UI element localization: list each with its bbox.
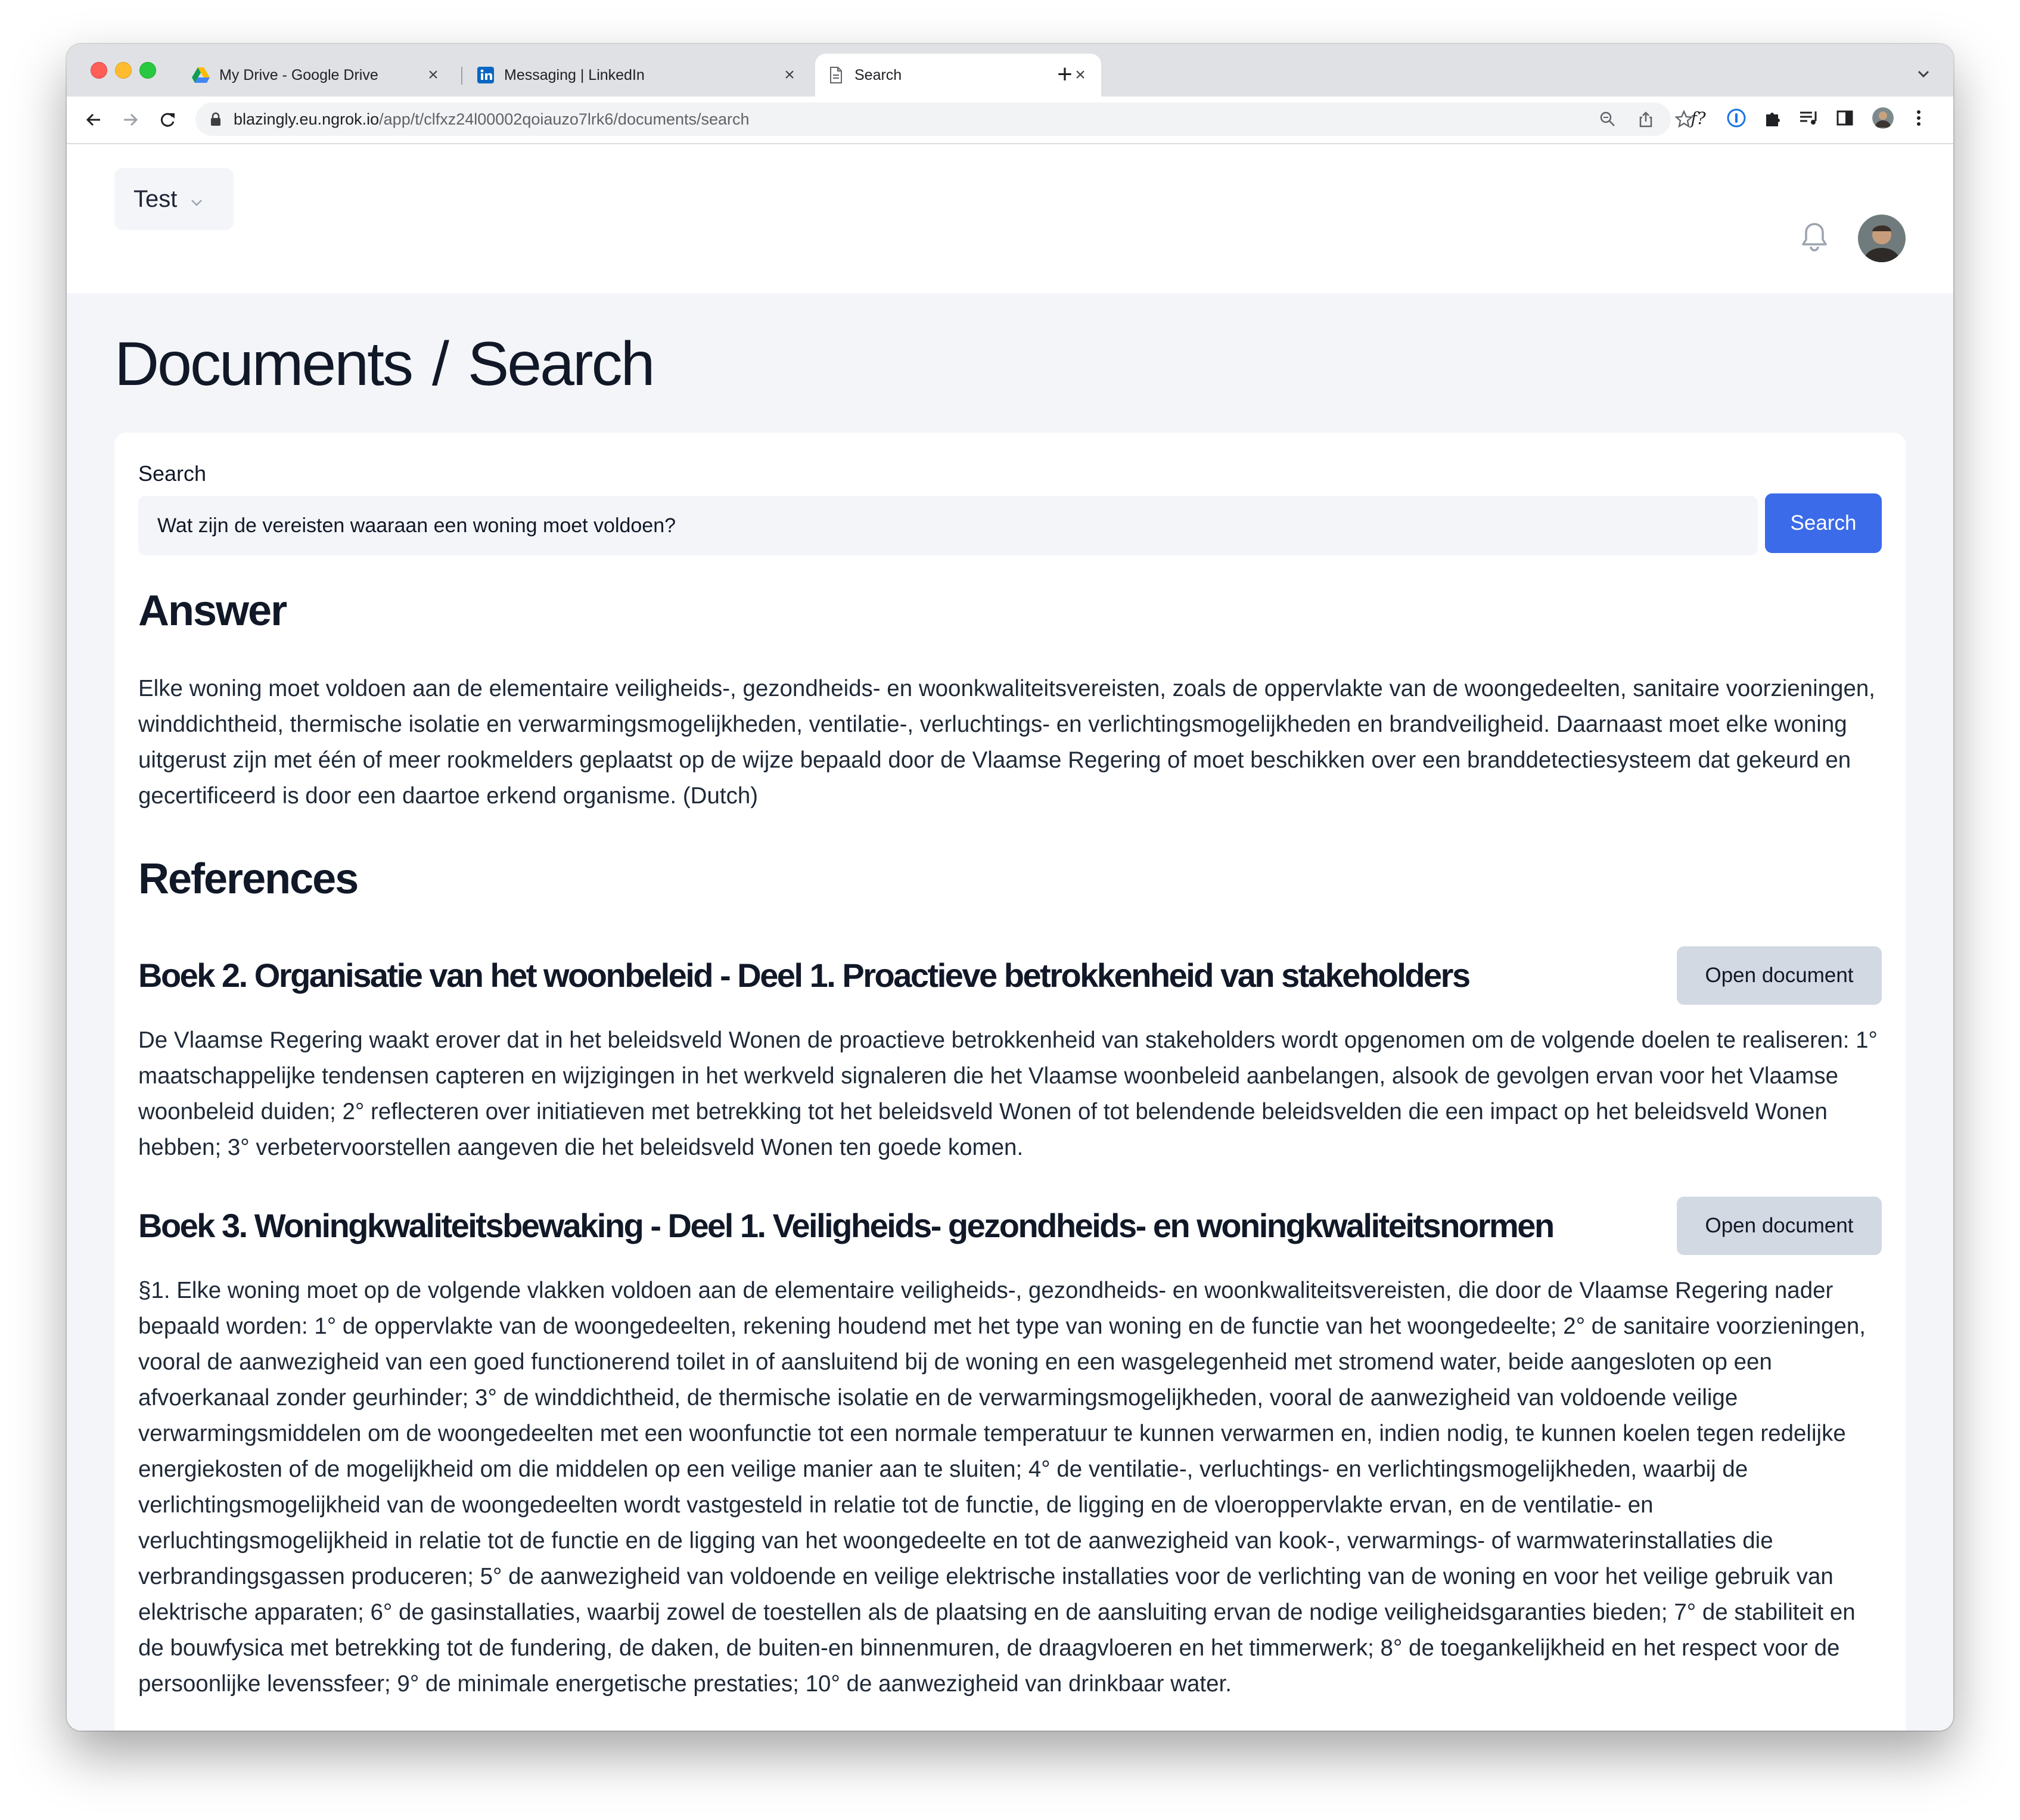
reference-title: Boek 3. Woningkwaliteitsbewaking - Deel …: [138, 1207, 1555, 1244]
document-icon: [827, 66, 845, 84]
close-tab-icon[interactable]: ×: [781, 66, 798, 84]
zoom-icon[interactable]: [1598, 110, 1617, 129]
reference-title: Boek 2. Organisatie van het woonbeleid -…: [138, 956, 1471, 994]
breadcrumb-search: Search: [467, 330, 655, 399]
app-header: Test: [67, 144, 1953, 293]
search-card: Search Search Answer Elke woning moet vo…: [114, 433, 1906, 1731]
reload-icon[interactable]: [153, 105, 182, 135]
close-tab-icon[interactable]: ×: [424, 66, 442, 84]
url-text[interactable]: blazingly.eu.ngrok.io/app/t/clfxz24l0000…: [234, 103, 750, 136]
answer-text: Elke woning moet voldoen aan de elementa…: [138, 676, 1875, 809]
references-heading: References: [138, 855, 359, 903]
share-icon[interactable]: [1636, 110, 1655, 129]
breadcrumb-documents[interactable]: Documents: [114, 330, 414, 399]
search-label: Search: [138, 461, 207, 486]
search-input[interactable]: [138, 496, 1758, 555]
search-button[interactable]: Search: [1765, 493, 1882, 553]
browser-menu-icon[interactable]: [1908, 107, 1929, 129]
tab-strip: My Drive - Google Drive × Messaging | Li…: [67, 44, 1953, 97]
bell-icon[interactable]: [1800, 220, 1829, 257]
workspace-selector[interactable]: Test: [114, 168, 234, 230]
workspace-name: Test: [133, 185, 178, 212]
linkedin-icon: [477, 66, 495, 84]
browser-window: My Drive - Google Drive × Messaging | Li…: [67, 44, 1953, 1731]
chevron-down-icon: [190, 186, 203, 213]
tab-google-drive[interactable]: My Drive - Google Drive ×: [180, 54, 454, 97]
reference-text: §1. Elke woning moet op de volgende vlak…: [138, 1278, 1866, 1697]
side-panel-icon[interactable]: [1834, 107, 1856, 129]
password-manager-icon[interactable]: [1726, 107, 1747, 129]
reference-text: De Vlaamse Regering waakt erover dat in …: [138, 1027, 1878, 1160]
page-title: Documents / Search: [114, 329, 655, 400]
tab-title: Messaging | LinkedIn: [504, 66, 645, 83]
open-document-button[interactable]: Open document: [1677, 1197, 1882, 1255]
open-document-button[interactable]: Open document: [1677, 946, 1882, 1005]
answer-heading: Answer: [138, 587, 287, 635]
function-extension-icon[interactable]: f?: [1688, 107, 1709, 129]
forward-arrow-icon[interactable]: [116, 105, 145, 135]
extensions-puzzle-icon[interactable]: [1763, 107, 1784, 129]
page-content: Test Documents / Search Search Search Answ…: [67, 144, 1953, 1731]
tab-linkedin[interactable]: Messaging | LinkedIn ×: [465, 54, 810, 97]
url-path: /app/t/clfxz24l00002qoiauzo7lrk6/documen…: [379, 110, 750, 128]
tab-search-chevron-icon[interactable]: [1912, 62, 1935, 86]
google-drive-icon: [192, 66, 210, 84]
tab-title: Search: [854, 66, 902, 83]
browser-toolbar: blazingly.eu.ngrok.io/app/t/clfxz24l0000…: [67, 97, 1953, 144]
tab-title: My Drive - Google Drive: [219, 66, 378, 83]
new-tab-button[interactable]: +: [1050, 60, 1080, 89]
profile-avatar-icon[interactable]: [1872, 107, 1894, 129]
url-host: blazingly.eu.ngrok.io: [234, 110, 380, 128]
tab-separator: [461, 67, 462, 85]
minimize-window-button[interactable]: [115, 62, 132, 79]
breadcrumb-separator: /: [432, 330, 449, 399]
lock-icon[interactable]: [210, 112, 222, 129]
avatar[interactable]: [1858, 215, 1906, 262]
address-bar[interactable]: blazingly.eu.ngrok.io/app/t/clfxz24l0000…: [195, 103, 1693, 136]
zoom-window-button[interactable]: [139, 62, 156, 79]
media-control-icon[interactable]: [1798, 107, 1820, 129]
close-window-button[interactable]: [91, 62, 107, 79]
back-arrow-icon[interactable]: [79, 105, 108, 135]
